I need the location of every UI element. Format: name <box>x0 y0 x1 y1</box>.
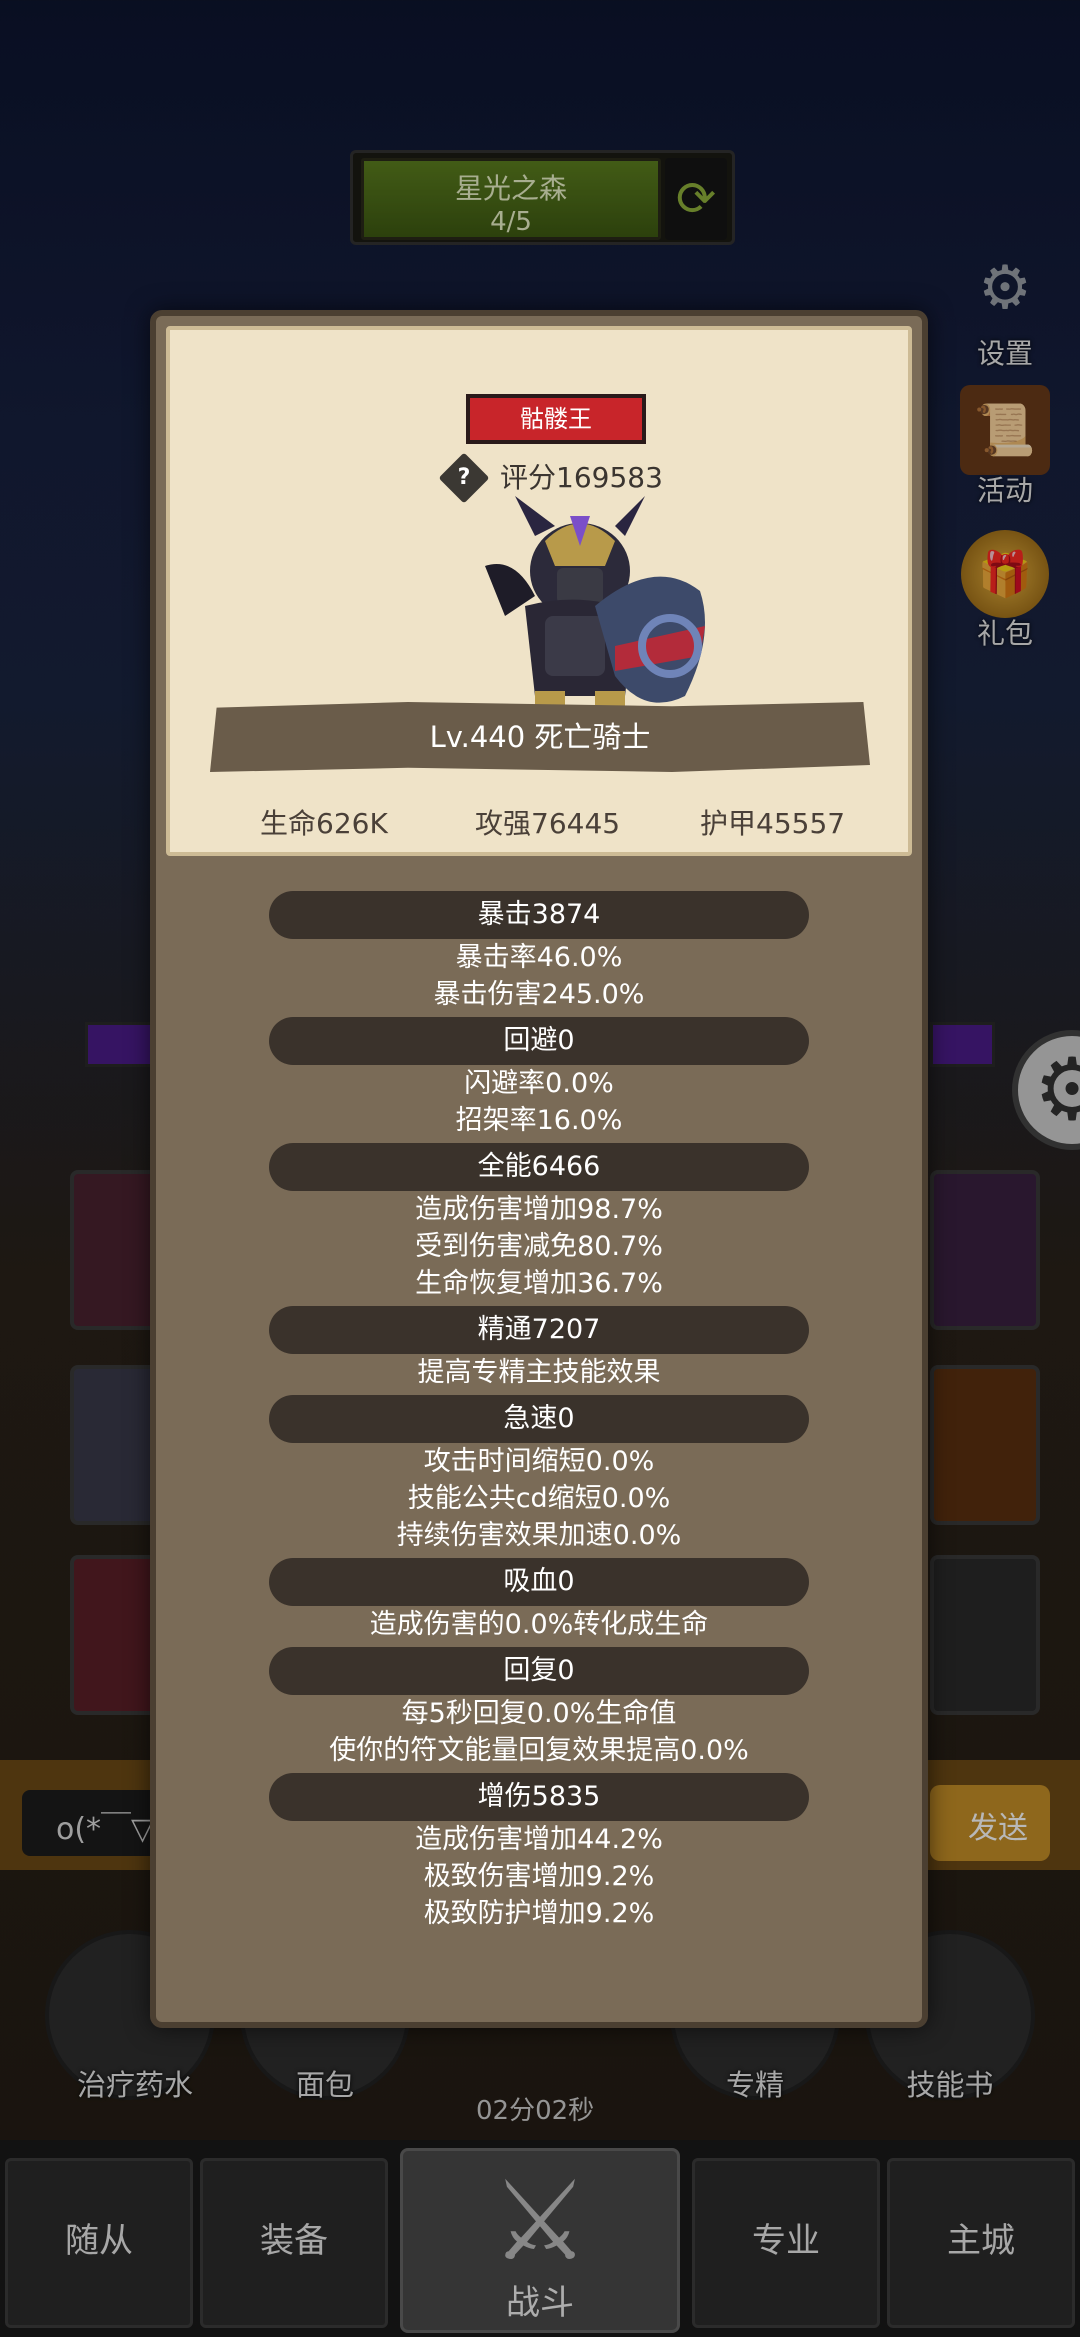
enemy-name-level: Lv.440 死亡骑士 <box>210 702 870 772</box>
stat-section-line: 生命恢复增加36.7% <box>415 1268 663 1299</box>
death-knight-character <box>485 496 705 721</box>
stat-section-line: 造成伤害的0.0%转化成生命 <box>369 1609 709 1640</box>
stat-section-line: 提高专精主技能效果 <box>417 1357 661 1388</box>
stat-section-line: 每5秒回复0.0%生命值 <box>401 1698 677 1729</box>
stat-section-title: 急速0 <box>269 1395 809 1443</box>
stat-section-title: 暴击3874 <box>269 891 809 939</box>
stat-section-line: 造成伤害增加44.2% <box>415 1824 663 1855</box>
enemy-header: 骷髅王 ? 评分169583 Lv.440 死亡骑士 生命626K 攻强7644… <box>166 326 912 856</box>
score-text: 评分169583 <box>500 461 663 494</box>
stat-attack: 攻强76445 <box>475 807 621 840</box>
enemy-stats-popup: 骷髅王 ? 评分169583 Lv.440 死亡骑士 生命626K 攻强7644… <box>150 310 928 2028</box>
stat-section-line: 持续伤害效果加速0.0% <box>396 1520 682 1551</box>
stat-section-title: 增伤5835 <box>269 1773 809 1821</box>
stat-section-title: 回避0 <box>269 1017 809 1065</box>
stat-section-line: 暴击伤害245.0% <box>433 979 645 1010</box>
stat-section-line: 攻击时间缩短0.0% <box>423 1446 655 1477</box>
stat-section-line: 受到伤害减免80.7% <box>415 1231 663 1262</box>
stat-hp: 生命626K <box>260 807 388 840</box>
stat-section-line: 招架率16.0% <box>455 1105 623 1136</box>
stat-section-line: 极致防护增加9.2% <box>423 1898 655 1929</box>
stat-section-line: 造成伤害增加98.7% <box>415 1194 663 1225</box>
stat-section-line: 极致伤害增加9.2% <box>423 1861 655 1892</box>
stat-section-line: 闪避率0.0% <box>464 1068 614 1099</box>
stat-armor: 护甲45557 <box>700 807 846 840</box>
stat-section-line: 使你的符文能量回复效果提高0.0% <box>329 1735 749 1766</box>
stat-section-title: 回复0 <box>269 1647 809 1695</box>
stat-section-title: 精通7207 <box>269 1306 809 1354</box>
stat-section-title: 吸血0 <box>269 1558 809 1606</box>
stats-list: 暴击3874 暴击率46.0% 暴击伤害245.0% 回避0 闪避率0.0% 招架率16.… <box>156 891 922 1932</box>
stat-section-line: 暴击率46.0% <box>455 942 623 973</box>
boss-badge: 骷髅王 <box>466 394 646 444</box>
stat-section-line: 技能公共cd缩短0.0% <box>407 1483 671 1514</box>
stat-section-title: 全能6466 <box>269 1143 809 1191</box>
